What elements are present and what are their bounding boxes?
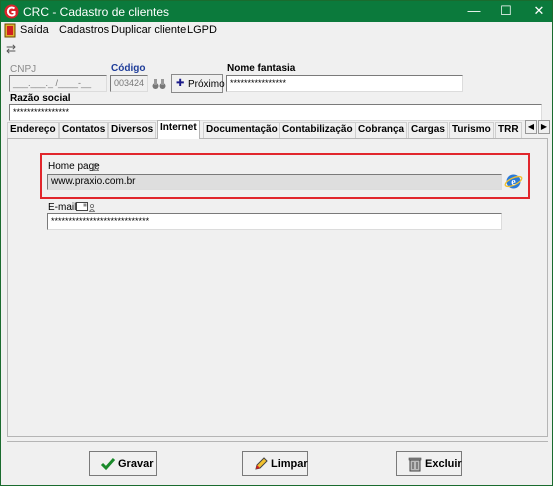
proximo-label: Próximo bbox=[188, 79, 225, 90]
codigo-field[interactable]: 003424 bbox=[110, 75, 148, 92]
plus-icon: ✚ bbox=[176, 78, 185, 89]
highlight-annotation bbox=[40, 153, 530, 199]
cnpj-label: CNPJ bbox=[10, 64, 37, 75]
envelope-icon bbox=[76, 202, 88, 211]
tab-cargas[interactable]: Cargas bbox=[408, 122, 448, 138]
tab-endereco[interactable]: Endereço bbox=[7, 122, 59, 138]
maximize-button[interactable]: ☐ bbox=[495, 2, 517, 20]
trash-can-icon bbox=[408, 457, 422, 472]
cnpj-field[interactable]: ___.___._ /____-__ bbox=[9, 75, 107, 92]
door-exit-icon[interactable] bbox=[3, 23, 17, 38]
nome-fantasia-field[interactable]: **************** bbox=[226, 75, 463, 92]
email-field[interactable]: **************************** bbox=[47, 213, 502, 230]
gravar-label: Gravar bbox=[118, 458, 154, 470]
tab-diversos[interactable]: Diversos bbox=[108, 122, 157, 138]
binoculars-icon[interactable] bbox=[152, 78, 166, 90]
pencil-icon bbox=[255, 457, 268, 470]
razao-social-label: Razão social bbox=[10, 93, 71, 104]
title-bar[interactable]: CRC - Cadastro de clientes — ☐ ✕ bbox=[1, 1, 552, 22]
tab-strip: Endereço Contatos Diversos Internet Docu… bbox=[7, 120, 523, 139]
close-button[interactable]: ✕ bbox=[528, 2, 550, 20]
window-title: CRC - Cadastro de clientes bbox=[23, 5, 170, 19]
excluir-label: Excluir bbox=[425, 458, 462, 470]
person-icon bbox=[89, 204, 95, 212]
tab-contatos[interactable]: Contatos bbox=[59, 122, 109, 138]
codigo-label: Código bbox=[111, 63, 146, 74]
divider bbox=[7, 441, 548, 442]
tab-contabilizacao[interactable]: Contabilização bbox=[279, 122, 356, 138]
minimize-button[interactable]: — bbox=[463, 2, 485, 20]
tab-internet[interactable]: Internet bbox=[157, 120, 200, 139]
app-logo-icon bbox=[4, 4, 19, 19]
tab-cobranca[interactable]: Cobrança bbox=[355, 122, 408, 138]
nome-fantasia-label: Nome fantasia bbox=[227, 63, 296, 74]
limpar-button[interactable]: Limpar bbox=[242, 451, 308, 476]
tab-scroll-right-icon[interactable]: ▶ bbox=[538, 120, 550, 134]
tab-trr[interactable]: TRR bbox=[495, 122, 522, 138]
shuffle-arrows-icon[interactable]: ⇄ bbox=[6, 42, 16, 56]
email-label: E-mail bbox=[48, 202, 77, 213]
tab-scroll-left-icon[interactable]: ◀ bbox=[525, 120, 537, 134]
main-window: CRC - Cadastro de clientes — ☐ ✕ Saída C… bbox=[0, 0, 553, 486]
menu-bar: Saída Cadastros Duplicar cliente LGPD bbox=[1, 22, 552, 40]
menu-duplicar-cliente[interactable]: Duplicar cliente bbox=[111, 24, 186, 36]
razao-social-field[interactable]: **************** bbox=[9, 104, 542, 121]
tab-turismo[interactable]: Turismo bbox=[449, 122, 494, 138]
gravar-button[interactable]: Gravar bbox=[89, 451, 157, 476]
limpar-label: Limpar bbox=[271, 458, 308, 470]
menu-saida[interactable]: Saída bbox=[20, 24, 49, 36]
tab-documentacao[interactable]: Documentação bbox=[203, 122, 281, 138]
checkmark-icon bbox=[100, 458, 116, 471]
menu-cadastros[interactable]: Cadastros bbox=[59, 24, 109, 36]
excluir-button[interactable]: Excluir bbox=[396, 451, 462, 476]
menu-lgpd[interactable]: LGPD bbox=[187, 24, 217, 36]
proximo-button[interactable]: ✚ Próximo bbox=[171, 74, 225, 93]
